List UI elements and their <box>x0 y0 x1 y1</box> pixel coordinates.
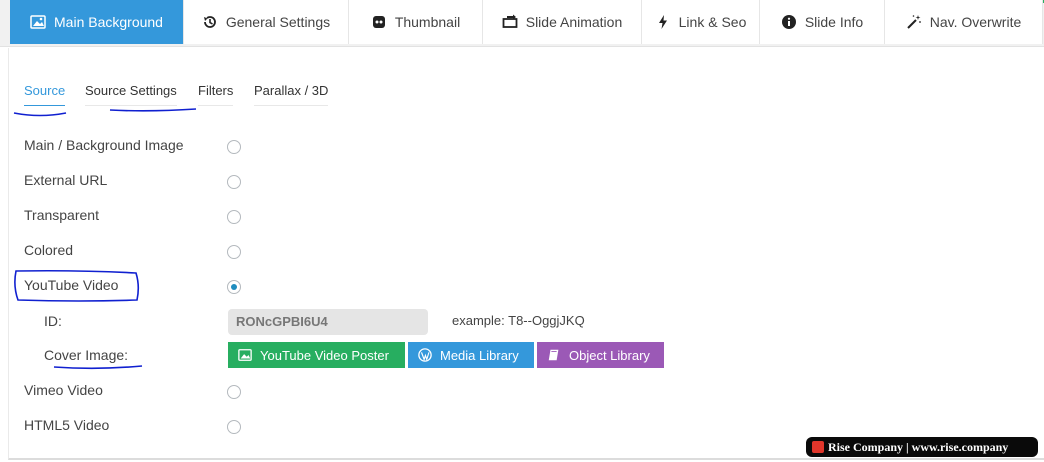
top-tab-bar: Main Background General Settings Thumbna… <box>0 0 1044 47</box>
radio-youtube-video[interactable] <box>227 280 241 294</box>
option-label-transparent: Transparent <box>24 207 99 223</box>
radio-html5-video[interactable] <box>227 420 241 434</box>
radio-external-url[interactable] <box>227 175 241 189</box>
youtube-id-label: ID: <box>44 313 62 329</box>
object-library-button[interactable]: Object Library <box>537 342 664 368</box>
radio-transparent[interactable] <box>227 210 241 224</box>
youtube-id-example: example: T8--OggjJKQ <box>452 313 585 328</box>
tab-general-settings[interactable]: General Settings <box>184 0 349 44</box>
radio-colored[interactable] <box>227 245 241 259</box>
tab-slide-animation[interactable]: Slide Animation <box>483 0 642 44</box>
button-label: Object Library <box>569 347 650 363</box>
radio-vimeo-video[interactable] <box>227 385 241 399</box>
thumbnail-icon <box>372 16 385 28</box>
settings-panel <box>8 48 1044 460</box>
tab-nav-overwrite[interactable]: Nav. Overwrite <box>885 0 1043 44</box>
option-label-main-background-image: Main / Background Image <box>24 137 184 153</box>
option-label-vimeo-video: Vimeo Video <box>24 382 103 398</box>
tab-label: Thumbnail <box>394 14 461 30</box>
image-icon <box>238 349 252 361</box>
wordpress-icon <box>418 348 432 362</box>
history-icon <box>203 16 216 28</box>
tab-label: Link & Seo <box>678 14 747 30</box>
media-library-button[interactable]: Media Library <box>408 342 534 368</box>
youtube-video-poster-button[interactable]: YouTube Video Poster <box>228 342 405 368</box>
tab-label: Slide Info <box>804 14 864 30</box>
magic-wand-icon <box>907 15 921 29</box>
subtab-source[interactable]: Source <box>24 83 66 106</box>
option-label-youtube-video: YouTube Video <box>24 277 119 293</box>
animation-icon <box>502 14 518 28</box>
radio-main-background-image[interactable] <box>227 140 241 154</box>
option-label-external-url: External URL <box>24 172 108 188</box>
subtab-parallax-3d[interactable]: Parallax / 3D <box>254 83 329 106</box>
youtube-id-input[interactable]: RONcGPBI6U4 <box>228 309 428 335</box>
info-icon <box>781 15 796 29</box>
tab-label: Nav. Overwrite <box>929 14 1022 30</box>
subtab-source-settings[interactable]: Source Settings <box>85 83 177 106</box>
image-icon <box>30 15 46 29</box>
tab-label: General Settings <box>225 14 331 30</box>
subtab-filters[interactable]: Filters <box>198 83 234 106</box>
tab-label: Slide Animation <box>525 14 623 30</box>
tab-slide-info[interactable]: Slide Info <box>760 0 885 44</box>
button-label: YouTube Video Poster <box>260 347 389 363</box>
option-label-html5-video: HTML5 Video <box>24 417 110 433</box>
book-icon <box>548 349 559 361</box>
option-label-colored: Colored <box>24 242 74 258</box>
tab-main-background[interactable]: Main Background <box>10 0 184 44</box>
cover-image-label: Cover Image: <box>44 347 129 363</box>
tab-thumbnail[interactable]: Thumbnail <box>349 0 483 44</box>
watermark-text: Rise Company | www.rise.company <box>828 439 1009 454</box>
button-label: Media Library <box>440 347 519 363</box>
tab-link-seo[interactable]: Link & Seo <box>642 0 760 44</box>
tab-label: Main Background <box>54 14 163 30</box>
bolt-icon <box>658 15 667 29</box>
watermark-logo-icon <box>812 441 824 453</box>
watermark: Rise Company | www.rise.company <box>806 437 1038 457</box>
